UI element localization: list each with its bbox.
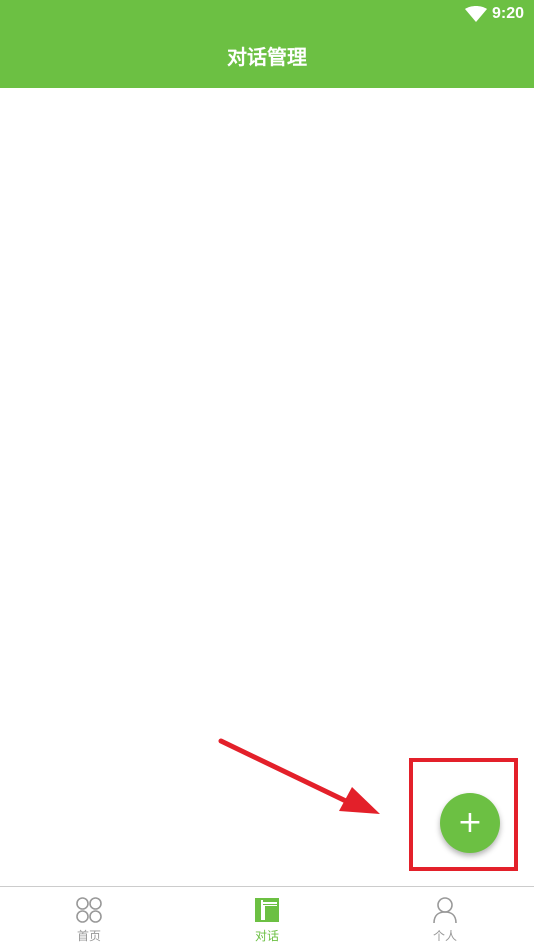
home-grid-icon: [76, 897, 102, 923]
add-dialog-button[interactable]: +: [440, 793, 500, 853]
status-time: 9:20: [492, 5, 525, 22]
app-bar: 9:20 对话管理: [0, 0, 534, 88]
status-bar: 9:20: [0, 0, 534, 28]
nav-label-home: 首页: [76, 929, 101, 943]
dialog-layout-icon: [255, 898, 279, 922]
wifi-icon: [465, 6, 487, 22]
plus-icon: +: [457, 805, 483, 840]
nav-item-dialog[interactable]: 对话: [178, 887, 356, 949]
nav-item-home[interactable]: 首页: [0, 887, 178, 949]
nav-label-profile: 个人: [432, 929, 457, 943]
nav-label-dialog: 对话: [254, 929, 279, 943]
page-title: 对话管理: [227, 45, 307, 69]
nav-item-profile[interactable]: 个人: [356, 887, 534, 949]
person-icon: [433, 897, 457, 924]
bottom-nav: 首页 对话 个人: [0, 886, 534, 949]
